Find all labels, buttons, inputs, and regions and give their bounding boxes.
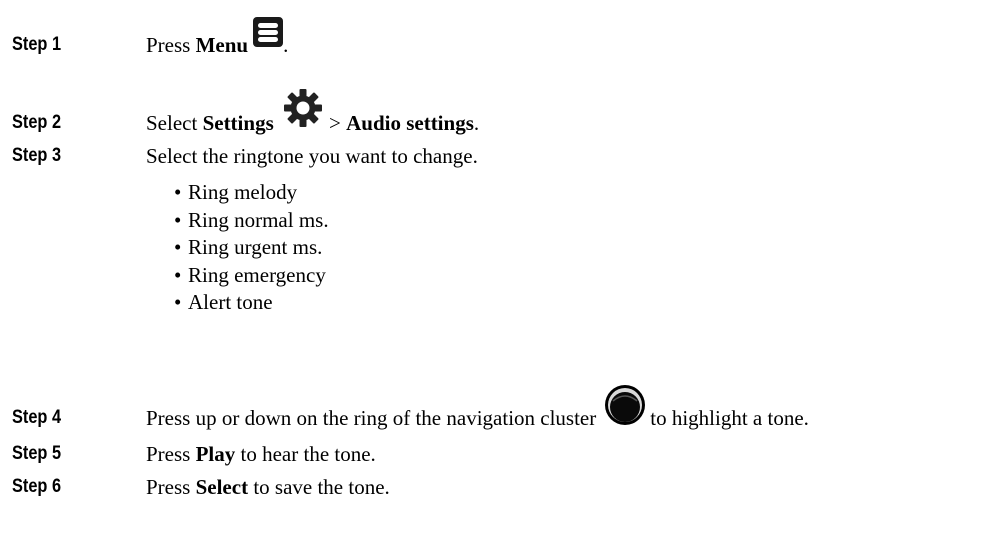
step-5-pre: Press xyxy=(146,442,196,466)
step-6-text: Press Select to save the tone. xyxy=(146,475,390,499)
step-4-post: to highlight a tone. xyxy=(650,406,809,430)
step-3-label: Step 3 xyxy=(12,145,62,166)
step-4-text: Press up or down on the ring of the navi… xyxy=(146,384,809,430)
step-5-text: Press Play to hear the tone. xyxy=(146,442,376,466)
play-term: Play xyxy=(195,442,236,466)
step-4-label: Step 4 xyxy=(12,407,62,428)
step-1-label: Step 1 xyxy=(12,34,62,55)
step-2-post: . xyxy=(473,111,480,135)
ringtone-option: Ring melody xyxy=(174,180,329,204)
settings-term: Settings xyxy=(202,111,274,135)
step-4-pre: Press up or down on the ring of the navi… xyxy=(146,406,597,430)
step-5-label: Step 5 xyxy=(12,443,62,464)
ringtone-option: Alert tone xyxy=(174,290,329,314)
menu-icon xyxy=(253,16,284,52)
select-term: Select xyxy=(195,475,249,499)
step-5-post: to hear the tone. xyxy=(235,442,376,466)
step-3-text: Select the ringtone you want to change. xyxy=(146,144,478,168)
menu-term: Menu xyxy=(195,33,249,57)
step-2-pre: Select xyxy=(146,111,203,135)
step-2-label: Step 2 xyxy=(12,112,62,133)
settings-gear-icon xyxy=(282,88,324,133)
step-3-instruction: Select the ringtone you want to change. xyxy=(146,144,478,168)
step-1-text: Press Menu . xyxy=(146,16,289,57)
step-1-post: . xyxy=(283,33,289,57)
ringtone-option: Ring emergency xyxy=(174,263,329,287)
step-1-pre: Press xyxy=(146,33,196,57)
audio-settings-term: Audio settings xyxy=(346,111,474,135)
ringtone-option: Ring urgent ms. xyxy=(174,235,329,259)
step-6-pre: Press xyxy=(146,475,196,499)
step-2-text: Select Settings > Audio settings. xyxy=(146,88,480,135)
step-6-post: to save the tone. xyxy=(248,475,390,499)
ringtone-list: Ring melody Ring normal ms. Ring urgent … xyxy=(174,180,329,318)
navigation-cluster-icon xyxy=(604,384,646,431)
step-6-label: Step 6 xyxy=(12,476,62,497)
ringtone-option: Ring normal ms. xyxy=(174,208,329,232)
step-2-mid: > xyxy=(323,111,347,135)
